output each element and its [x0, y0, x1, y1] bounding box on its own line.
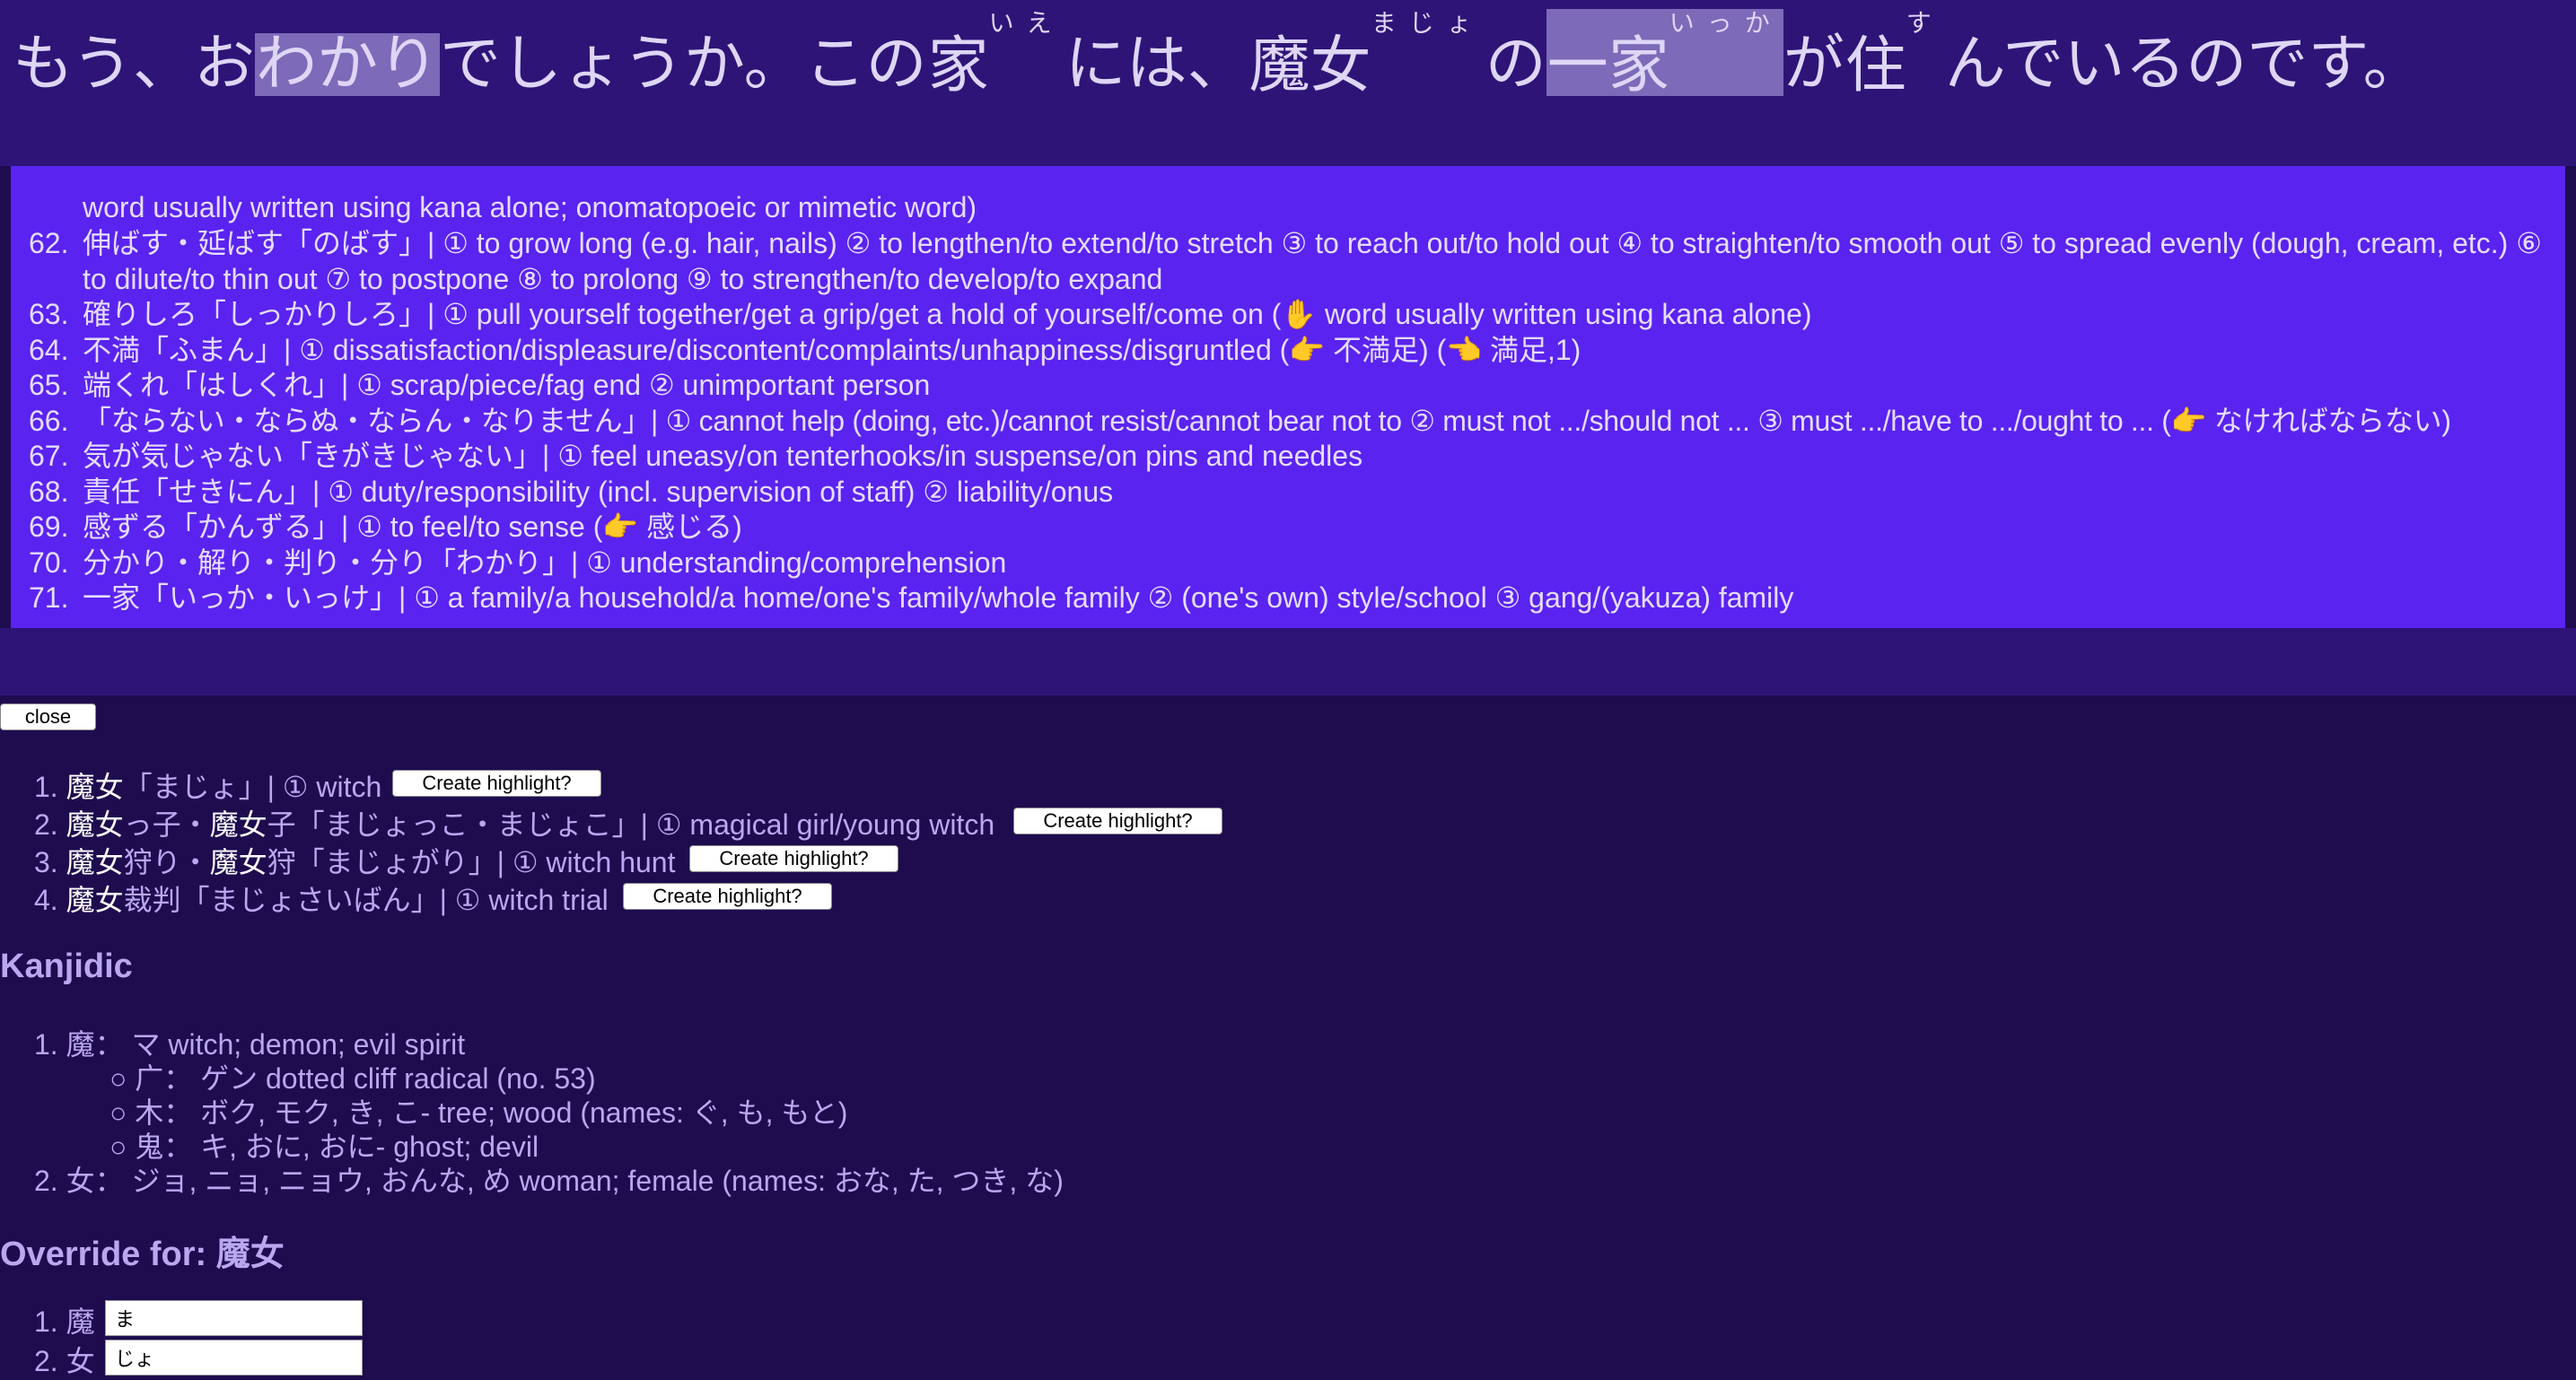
- result-item-2: 2. 魔女っ子・魔女子「まじょっこ・まじょこ」| ① magical girl/…: [34, 808, 995, 841]
- token-majo[interactable]: 魔女まじょ: [1249, 9, 1485, 96]
- list-item: 65. 端くれ「はしくれ」| ① scrap/piece/fag end ② un…: [29, 369, 931, 401]
- create-highlight-button-1[interactable]: Create highlight?: [392, 770, 601, 797]
- kanjidic-item: 2. 女： ジョ, ニョ, ニョウ, おんな, め woman; female …: [34, 1165, 1064, 1197]
- sentence-text: には、: [1065, 30, 1249, 98]
- create-highlight-button-2[interactable]: Create highlight?: [1013, 808, 1222, 834]
- sentence-bar: もう、お わかり でしょうか。この 家いえ には、 魔女まじょ の 一家いっか …: [0, 0, 2576, 166]
- list-item: 70. 分かり・解り・判り・分り「わかり」| ① understanding/co…: [29, 546, 1007, 579]
- list-item: 63. 確りしろ「しっかりしろ」| ① pull yourself togethe…: [29, 298, 1812, 330]
- close-button[interactable]: close: [0, 703, 96, 730]
- panel-divider: [0, 628, 2576, 695]
- token-wakari[interactable]: わかり: [254, 33, 440, 96]
- sentence-text: でしょうか。この: [439, 30, 927, 98]
- dictionary-list-panel[interactable]: word usually written using kana alone; o…: [11, 166, 2565, 628]
- sentence-text: んでいるのです。: [1944, 30, 2424, 98]
- kanjidic-heading: Kanjidic: [0, 948, 133, 985]
- override-label: 1. 魔: [34, 1306, 95, 1338]
- list-item: 71. 一家「いっか・いっけ」| ① a family/a household/a…: [29, 581, 1794, 614]
- result-item-3: 3. 魔女狩り・魔女狩「まじょがり」| ① witch hunt: [34, 846, 676, 878]
- list-item: word usually written using kana alone; o…: [83, 191, 977, 223]
- list-item: 62. 伸ばす・延ばす「のばす」| ① to grow long (e.g. ha…: [29, 227, 2542, 295]
- result-item-1: 1. 魔女「まじょ」| ① witch: [34, 771, 382, 803]
- override-input-2[interactable]: [105, 1340, 363, 1376]
- list-item: 64. 不満「ふまん」| ① dissatisfaction/displeasur…: [29, 333, 1582, 366]
- list-item: 69. 感ずる「かんずる」| ① to feel/to sense (👉 感じる): [29, 511, 742, 543]
- sentence-text: の: [1485, 30, 1546, 98]
- token-su[interactable]: 住す: [1844, 9, 1945, 96]
- sentence: もう、お わかり でしょうか。この 家いえ には、 魔女まじょ の 一家いっか …: [13, 9, 2424, 96]
- list-item: 68. 責任「せきにん」| ① duty/responsibility (incl…: [29, 475, 1114, 508]
- sentence-text: が: [1783, 30, 1844, 98]
- dictionary-list: word usually written using kana alone; o…: [11, 166, 2565, 616]
- override-heading: Override for: 魔女: [0, 1236, 285, 1273]
- token-ikka[interactable]: 一家いっか: [1546, 9, 1783, 96]
- override-input-1[interactable]: [105, 1300, 363, 1336]
- create-highlight-button-4[interactable]: Create highlight?: [623, 883, 832, 910]
- token-ie[interactable]: 家いえ: [927, 9, 1065, 96]
- list-item: 66. 「ならない・ならぬ・ならん・なりません」| ① cannot help (…: [29, 404, 2451, 437]
- sentence-text: もう、お: [13, 30, 255, 98]
- create-highlight-button-3[interactable]: Create highlight?: [689, 845, 898, 872]
- list-item: 67. 気が気じゃない「きがきじゃない」| ① feel uneasy/on te…: [29, 440, 1363, 472]
- result-item-4: 4. 魔女裁判「まじょさいばん」| ① witch trial: [34, 884, 609, 916]
- override-label: 2. 女: [34, 1345, 95, 1377]
